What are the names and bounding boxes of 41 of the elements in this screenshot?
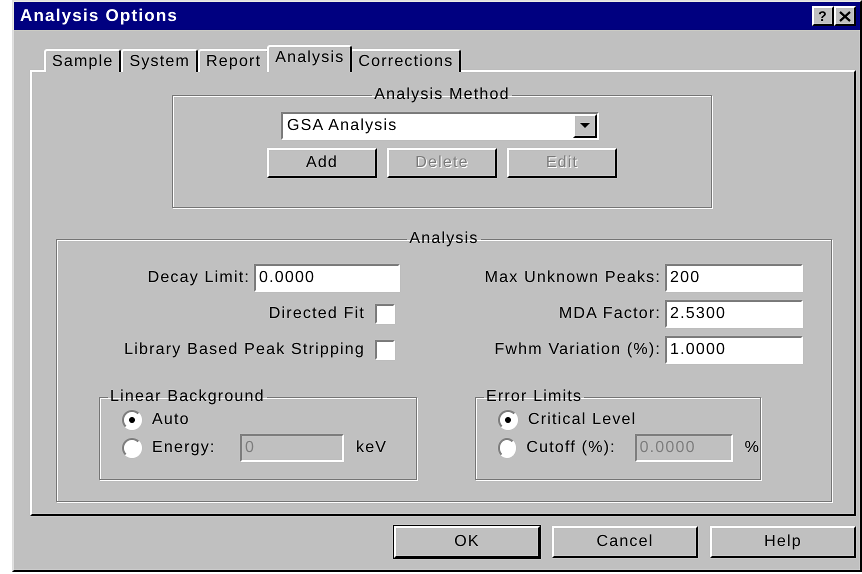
option-label: Energy:: [152, 438, 217, 458]
group-title: Linear Background: [109, 388, 266, 406]
radio-button[interactable]: [498, 438, 516, 458]
close-icon: [839, 10, 851, 22]
close-button[interactable]: [834, 6, 856, 26]
window-title: Analysis Options: [20, 5, 178, 28]
input-field[interactable]: 200: [665, 264, 803, 292]
option-label: Critical Level: [528, 410, 636, 430]
tab[interactable]: System: [121, 49, 198, 72]
tab[interactable]: Sample: [44, 49, 122, 72]
tab[interactable]: Report: [198, 49, 270, 72]
input-field[interactable]: 0.0000: [254, 264, 400, 292]
radio-button[interactable]: [122, 438, 142, 458]
input-field[interactable]: 2.5300: [665, 300, 803, 328]
option-label: Cutoff (%):: [526, 438, 617, 458]
field-label: Directed Fit: [268, 304, 365, 324]
field-label: Fwhm Variation (%):: [493, 340, 661, 360]
unit-label: %: [744, 438, 760, 458]
dialog-button[interactable]: Cancel: [552, 526, 698, 558]
group-title: Error Limits: [485, 388, 584, 406]
method-dropdown[interactable]: GSA Analysis: [281, 112, 599, 140]
checkbox[interactable]: [375, 304, 395, 324]
radio-button[interactable]: [122, 410, 142, 430]
group-title: Analysis: [408, 230, 480, 248]
help-button[interactable]: ?: [812, 6, 834, 26]
tab[interactable]: Corrections: [350, 49, 462, 72]
input-field[interactable]: 1.0000: [665, 336, 803, 364]
checkbox[interactable]: [375, 340, 395, 360]
method-button[interactable]: Add: [267, 148, 377, 178]
dialog-button[interactable]: OK: [394, 526, 540, 558]
group-title: Analysis Method: [373, 86, 511, 104]
field-label: Decay Limit:: [146, 268, 250, 288]
field-label: Max Unknown Peaks:: [484, 268, 661, 288]
radio-button[interactable]: [498, 410, 518, 430]
field-label: Library Based Peak Stripping: [123, 340, 365, 360]
dropdown-arrow-icon: [580, 123, 590, 129]
unit-label: keV: [356, 438, 388, 458]
dialog-button[interactable]: Help: [710, 526, 856, 558]
tab[interactable]: Analysis: [267, 45, 352, 72]
field-label: MDA Factor:: [558, 304, 661, 324]
option-label: Auto: [152, 410, 190, 430]
